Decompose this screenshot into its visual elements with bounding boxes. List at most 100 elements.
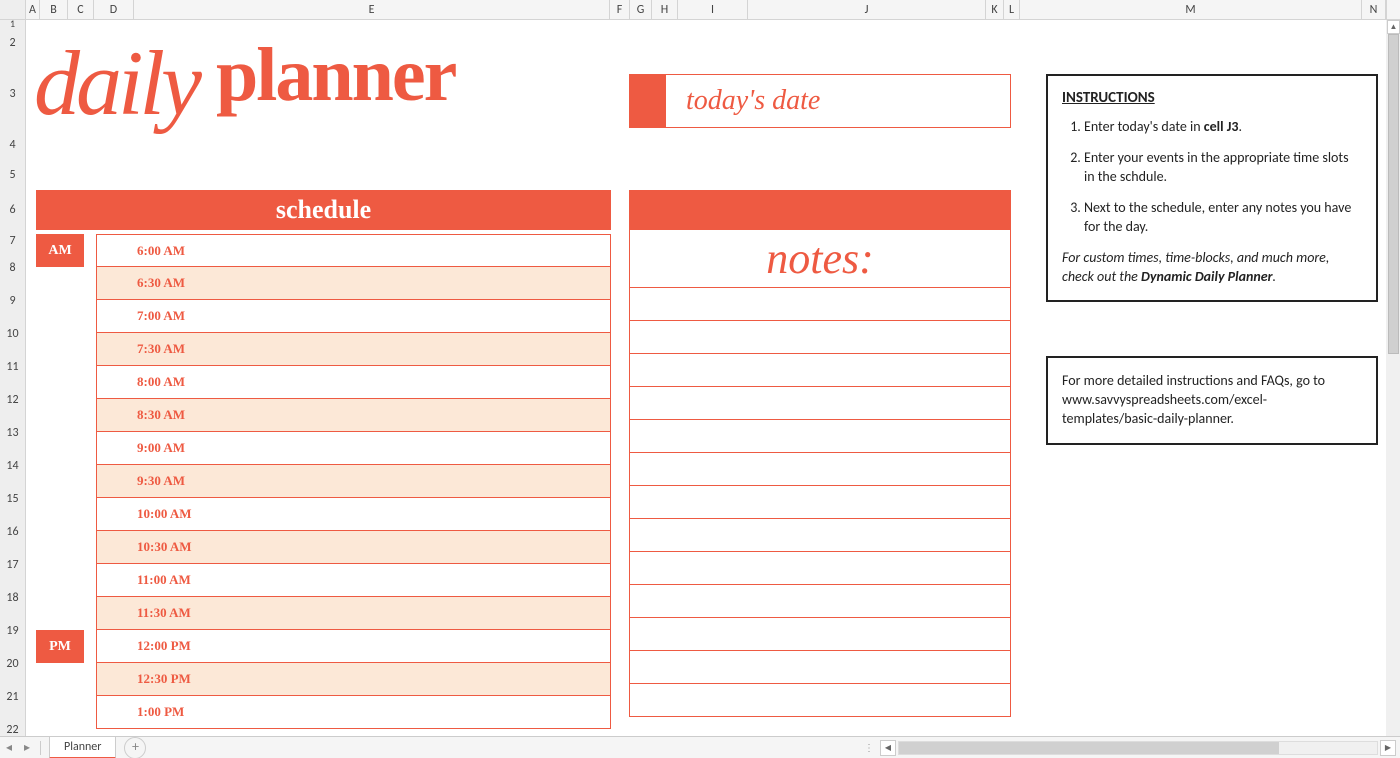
todays-date-box[interactable]: today's date: [629, 74, 1011, 128]
row-header[interactable]: 20: [0, 648, 25, 681]
notes-line[interactable]: [629, 552, 1011, 585]
row-header-column: 1 2 3 4 5 6 7 8 9 10 11 12 13 14 15 16 1…: [0, 20, 26, 736]
col-header[interactable]: K: [986, 0, 1004, 19]
vertical-scrollbar[interactable]: ▲: [1386, 20, 1400, 736]
col-header-end: [1386, 0, 1400, 19]
row-header[interactable]: 16: [0, 516, 25, 549]
hscroll-right-button[interactable]: ▶: [1380, 740, 1396, 756]
sheet-tab-bar: ◂ ▸ Planner + ⋮ ◀ ▶: [0, 736, 1400, 758]
row-header[interactable]: 13: [0, 417, 25, 450]
row-header[interactable]: 12: [0, 384, 25, 417]
schedule-row[interactable]: 12:30 PM: [96, 663, 611, 696]
notes-line[interactable]: [629, 486, 1011, 519]
vscroll-thumb[interactable]: [1388, 34, 1399, 354]
instructions-box: INSTRUCTIONS Enter today's date in cell …: [1046, 74, 1378, 302]
schedule-row[interactable]: 11:30 AM: [96, 597, 611, 630]
hscroll-thumb[interactable]: [899, 742, 1279, 754]
schedule-table: 6:00 AM6:30 AM7:00 AM7:30 AM8:00 AM8:30 …: [96, 234, 611, 729]
schedule-row[interactable]: 6:00 AM: [96, 234, 611, 267]
hscroll-grip-icon[interactable]: ⋮: [864, 741, 876, 754]
instr-text: Enter your events in the appropriate tim…: [1084, 149, 1349, 185]
schedule-row[interactable]: 7:00 AM: [96, 300, 611, 333]
col-header[interactable]: D: [94, 0, 134, 19]
col-header[interactable]: M: [1020, 0, 1362, 19]
row-header[interactable]: 8: [0, 252, 25, 285]
row-header[interactable]: 4: [0, 130, 25, 160]
select-all-corner[interactable]: [0, 0, 26, 19]
row-header[interactable]: 7: [0, 230, 25, 252]
row-header[interactable]: 15: [0, 483, 25, 516]
row-header[interactable]: 6: [0, 190, 25, 230]
add-sheet-button[interactable]: +: [124, 737, 146, 758]
notes-line[interactable]: [629, 618, 1011, 651]
notes-line[interactable]: [629, 651, 1011, 684]
row-header[interactable]: 18: [0, 582, 25, 615]
instructions-box-2: For more detailed instructions and FAQs,…: [1046, 356, 1378, 445]
row-header[interactable]: 5: [0, 160, 25, 190]
col-header[interactable]: J: [748, 0, 986, 19]
schedule-row[interactable]: 8:30 AM: [96, 399, 611, 432]
row-header[interactable]: 14: [0, 450, 25, 483]
hscroll-left-button[interactable]: ◀: [880, 740, 896, 756]
notes-line[interactable]: [629, 288, 1011, 321]
row-header[interactable]: 3: [0, 58, 25, 130]
row-header[interactable]: 22: [0, 714, 25, 736]
vscroll-up-button[interactable]: ▲: [1387, 20, 1400, 34]
row-header[interactable]: 19: [0, 615, 25, 648]
row-header[interactable]: 21: [0, 681, 25, 714]
col-header[interactable]: F: [610, 0, 630, 19]
instruction-item: Next to the schedule, enter any notes yo…: [1084, 199, 1362, 237]
sheet-tab-planner[interactable]: Planner: [49, 737, 116, 758]
schedule-row[interactable]: 12:00 PM: [96, 630, 611, 663]
horizontal-scrollbar[interactable]: ⋮ ◀ ▶: [146, 740, 1400, 756]
schedule-row[interactable]: 1:00 PM: [96, 696, 611, 729]
col-header[interactable]: N: [1362, 0, 1386, 19]
schedule-row[interactable]: 10:00 AM: [96, 498, 611, 531]
notes-line[interactable]: [629, 321, 1011, 354]
col-header[interactable]: G: [630, 0, 652, 19]
row-header[interactable]: 1: [0, 20, 25, 28]
excel-window: A B C D E F G H I J K L M N 1 2 3 4 5 6 …: [0, 0, 1400, 758]
schedule-row[interactable]: 8:00 AM: [96, 366, 611, 399]
notes-line[interactable]: [629, 354, 1011, 387]
notes-line[interactable]: [629, 684, 1011, 717]
sheet-content[interactable]: daily planner today's date schedule AM P…: [26, 20, 1386, 736]
row-header[interactable]: 11: [0, 351, 25, 384]
schedule-row[interactable]: 9:30 AM: [96, 465, 611, 498]
vscroll-track[interactable]: ▲: [1387, 20, 1400, 736]
grid-area: 1 2 3 4 5 6 7 8 9 10 11 12 13 14 15 16 1…: [0, 20, 1400, 736]
col-header[interactable]: L: [1004, 0, 1020, 19]
schedule-row[interactable]: 11:00 AM: [96, 564, 611, 597]
schedule-row[interactable]: 9:00 AM: [96, 432, 611, 465]
row-header[interactable]: 10: [0, 318, 25, 351]
schedule-row[interactable]: 7:30 AM: [96, 333, 611, 366]
col-header[interactable]: C: [68, 0, 94, 19]
tab-separator: [40, 741, 41, 755]
row-header[interactable]: 17: [0, 549, 25, 582]
col-header[interactable]: B: [40, 0, 68, 19]
hscroll-track[interactable]: [898, 741, 1378, 755]
tab-nav-prev[interactable]: ◂: [0, 740, 18, 755]
schedule-row[interactable]: 10:30 AM: [96, 531, 611, 564]
col-header[interactable]: I: [678, 0, 748, 19]
instr-text: Enter today's date in: [1084, 118, 1204, 135]
todays-date-tab: [630, 75, 666, 127]
notes-line[interactable]: [629, 453, 1011, 486]
schedule-row[interactable]: 6:30 AM: [96, 267, 611, 300]
notes-line[interactable]: [629, 585, 1011, 618]
notes-line[interactable]: [629, 387, 1011, 420]
instruction-item: Enter today's date in cell J3.: [1084, 118, 1362, 137]
instr-text: .: [1238, 118, 1242, 135]
col-header[interactable]: H: [652, 0, 678, 19]
tab-nav-next[interactable]: ▸: [18, 740, 36, 755]
instr-footer-post: .: [1273, 268, 1277, 285]
notes-title: notes:: [629, 230, 1011, 288]
col-header[interactable]: E: [134, 0, 610, 19]
row-header[interactable]: 2: [0, 28, 25, 58]
notes-line[interactable]: [629, 420, 1011, 453]
row-header[interactable]: 9: [0, 285, 25, 318]
instructions-footer: For custom times, time-blocks, and much …: [1062, 249, 1362, 287]
notes-line[interactable]: [629, 519, 1011, 552]
instructions-heading: INSTRUCTIONS: [1062, 88, 1362, 108]
col-header[interactable]: A: [26, 0, 40, 19]
